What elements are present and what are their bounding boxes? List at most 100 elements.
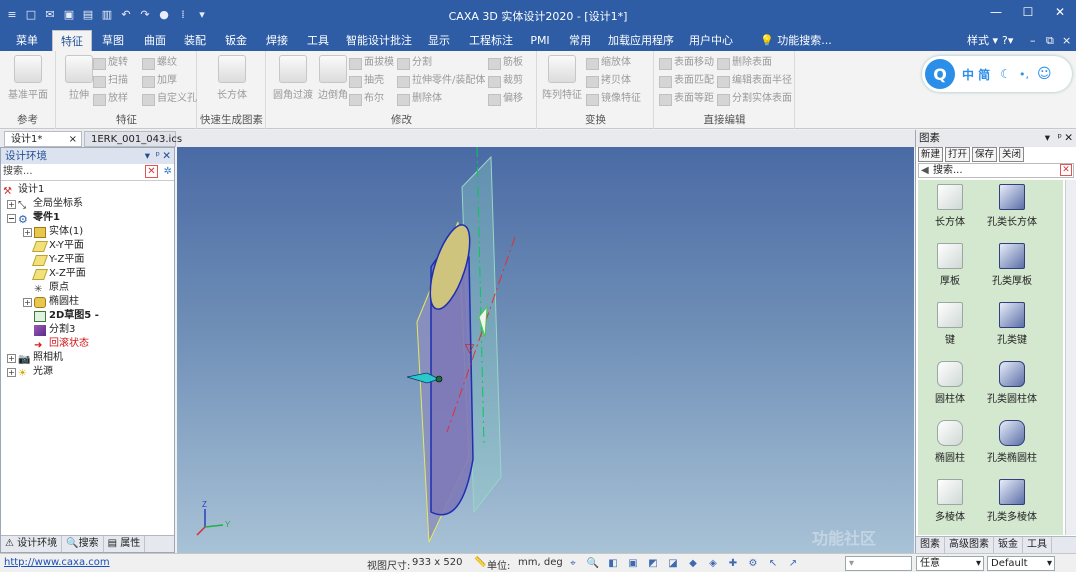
mirror-button[interactable]: 镜像特征 [586,91,641,107]
face-match-button[interactable]: 表面匹配 [659,73,714,89]
pan-icon[interactable]: ⌖ [566,556,580,570]
expand-icon[interactable]: + [7,367,16,377]
dots-icon[interactable]: •, [1019,68,1029,81]
delete-face-button[interactable]: 删除表面 [717,55,772,71]
tab-weld[interactable]: 焊接 [260,30,294,51]
tree-search-input[interactable]: 搜索... ✕ ✲ [1,164,174,181]
tree-node[interactable]: ➜ 回滚状态 [34,337,89,351]
tab-advanced-elements[interactable]: 高级图素 [945,537,994,553]
clear-icon[interactable]: ✕ [1060,164,1072,176]
tab-surface[interactable]: 曲面 [138,30,172,51]
custom-hole-button[interactable]: 自定义孔 [142,91,197,107]
offset-button[interactable]: 偏移 [488,91,523,107]
tree-node[interactable]: 2D草图5 - [34,309,99,323]
expand-icon[interactable]: + [23,297,32,307]
view-cube-icon[interactable]: ▣ [626,556,640,570]
split-button[interactable]: 分割 [397,55,432,71]
gallery-scrollbar[interactable] [1065,180,1076,535]
expand-icon[interactable]: + [7,353,16,363]
boolean-button[interactable]: 布尔 [349,91,384,107]
maximize-icon[interactable]: ☐ [1012,0,1044,24]
tab-pmi[interactable]: PMI [525,30,555,51]
zoom-fit-icon[interactable]: ◧ [606,556,620,570]
pin-icon[interactable]: ᵖ [1058,130,1063,147]
tab-sketch[interactable]: 草图 [96,30,130,51]
tab-elements[interactable]: 图素 [916,537,945,553]
mdi-minimize-icon[interactable]: – [1030,30,1036,51]
gallery-item-hole-elliptic-cylinder[interactable]: 孔类椭圆柱 [980,416,1044,474]
tree-node[interactable]: 分割3 [34,323,75,337]
tab-sheet-metal[interactable]: 钣金 [994,537,1023,553]
tree-node[interactable]: + ☀ 光源 [7,365,53,379]
sweep-button[interactable]: 扫描 [93,73,128,89]
shading-icon[interactable]: ◪ [666,556,680,570]
gallery-item-hole-plate[interactable]: 孔类厚板 [980,239,1044,297]
gallery-item-elliptic-cylinder[interactable]: 椭圆柱 [918,416,982,474]
thread-button[interactable]: 螺纹 [142,55,177,71]
tree-node[interactable]: Y-Z平面 [31,253,84,267]
tab-tools[interactable]: 工具 [301,30,335,51]
fillet-button[interactable]: 圆角过渡 [271,55,315,101]
tree-node[interactable]: − ⚙ 零件1 [7,211,60,226]
box-view-icon[interactable]: ◩ [646,556,660,570]
style-menu[interactable]: 样式 ▾ [967,30,998,51]
face-move-button[interactable]: 表面移动 [659,55,714,71]
tree-node[interactable]: ⚒ 设计1 [3,183,44,197]
rib-button[interactable]: 筋板 [488,55,523,71]
edit-face-radius-button[interactable]: 编辑表面半径 [717,73,792,89]
rotate-button[interactable]: 旋转 [93,55,128,71]
catalog-save-button[interactable]: 保存 [972,147,998,162]
gallery-item-key[interactable]: 键 [918,298,982,356]
back-arrow-icon[interactable]: ◀ [921,164,929,177]
assistant-widget[interactable]: Q 中 简 ☾ •, ☺ [922,56,1072,92]
filter-icon[interactable]: ✲ [164,164,172,180]
split-body-face-button[interactable]: 分割实体表面 [717,91,792,107]
catalog-close-button[interactable]: 关闭 [999,147,1025,162]
tab-dimension[interactable]: 工程标注 [465,30,517,51]
zoom-icon[interactable]: 🔍 [586,556,600,570]
face-equidistant-button[interactable]: 表面等距 [659,91,714,107]
gallery-item-hole-cylinder[interactable]: 孔类圆柱体 [980,357,1044,415]
face-draft-button[interactable]: 面拔模 [349,55,394,71]
tab-tools[interactable]: 工具 [1023,537,1052,553]
help-icon[interactable]: ?▾ [1002,30,1013,51]
tab-display[interactable]: 显示 [422,30,456,51]
trim-button[interactable]: 裁剪 [488,73,523,89]
tree-node[interactable]: X-Y平面 [31,239,84,253]
tab-user-center[interactable]: 用户中心 [684,30,738,51]
moon-icon[interactable]: ☾ [1000,67,1011,81]
scale-button[interactable]: 缩放体 [586,55,631,71]
doc-tab-design1[interactable]: 设计1* × [4,131,82,147]
dropdown-icon[interactable]: ▾ [145,148,150,164]
3d-viewport[interactable]: ▽ Z Y 功能社区 [177,147,914,553]
render-icon[interactable]: ◈ [706,556,720,570]
tab-smart-annotation[interactable]: 智能设计批注 [344,30,414,51]
tab-common[interactable]: 常用 [563,30,597,51]
gallery-item-box[interactable]: 长方体 [918,180,982,238]
tree-node[interactable]: X-Z平面 [31,267,86,281]
tree-node[interactable]: + 📷 照相机 [7,351,63,365]
tab-menu[interactable]: 菜单 [10,30,44,51]
settings-icon[interactable]: ⚙ [746,556,760,570]
gallery-item-hole-prism[interactable]: 孔类多棱体 [980,475,1044,533]
catalog-open-button[interactable]: 打开 [945,147,971,162]
tab-properties[interactable]: ▤ 属性 [104,536,146,552]
expand-icon[interactable]: + [23,227,32,237]
doc-tab-ics[interactable]: 1ERK_001_043.ics [84,131,182,147]
default-select[interactable]: Default ▾ [987,556,1055,571]
pointer-icon[interactable]: ↗ [786,556,800,570]
pin-icon[interactable]: ᵖ [156,148,161,164]
function-search[interactable]: 💡 功能搜索... [760,30,832,51]
smile-icon[interactable]: ☺ [1037,66,1052,82]
base-plane-button[interactable]: 基准平面 [6,55,50,101]
gallery-item-prism[interactable]: 多棱体 [918,475,982,533]
gallery-item-cylinder[interactable]: 圆柱体 [918,357,982,415]
section-icon[interactable]: ◆ [686,556,700,570]
tab-feature[interactable]: 特征 [52,30,92,51]
close-icon[interactable]: × [69,132,77,147]
thicken-button[interactable]: 加厚 [142,73,177,89]
clear-icon[interactable]: ✕ [145,165,158,178]
box-button[interactable]: 长方体 [210,55,254,101]
extrude-to-part-button[interactable]: 拉伸零件/装配体 [397,73,485,89]
tab-assembly[interactable]: 装配 [178,30,212,51]
